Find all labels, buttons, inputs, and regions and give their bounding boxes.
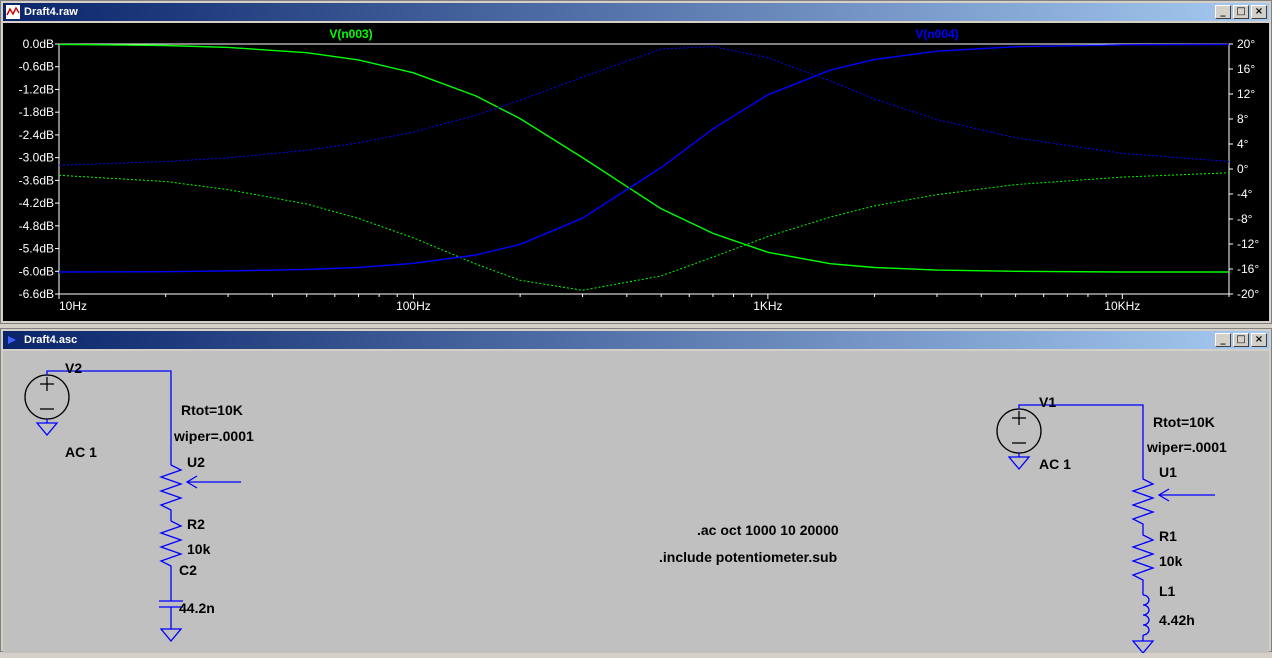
- x-tick-label: 100Hz: [396, 299, 431, 313]
- maximize-button[interactable]: □: [1233, 333, 1249, 347]
- u2-param-rtot: Rtot=10K: [181, 402, 243, 418]
- plot-window: Draft4.raw _ □ × 0.0dB -0.6dB -1.2dB -1.8dB…: [0, 0, 1272, 324]
- y-tick-label-left: -5.4dB: [19, 242, 54, 256]
- potentiometer-u2[interactable]: [159, 459, 183, 516]
- y-tick-label-left: -6.0dB: [19, 264, 54, 278]
- voltage-source-v1[interactable]: [996, 408, 1042, 454]
- y-tick-label-left: 0.0dB: [23, 37, 54, 51]
- close-button[interactable]: ×: [1251, 5, 1267, 19]
- ground-symbol: [1131, 640, 1155, 655]
- bode-plot[interactable]: 0.0dB -0.6dB -1.2dB -1.8dB -2.4dB -3.0dB -3.6d…: [3, 23, 1269, 321]
- y-tick-label-left: -3.0dB: [19, 151, 54, 165]
- y-tick-label-right: 20°: [1237, 37, 1255, 51]
- potentiometer-u1[interactable]: [1131, 473, 1155, 529]
- voltage-source-v2[interactable]: [24, 374, 70, 420]
- resistor-r1[interactable]: [1131, 529, 1155, 587]
- schematic-canvas[interactable]: V2 AC 1 Rtot=10K wiper=.0001 U2 R2 10k C…: [3, 351, 1269, 655]
- spice-directive-ac[interactable]: .ac oct 1000 10 20000: [697, 522, 839, 538]
- r2-value: 10k: [187, 541, 211, 557]
- waveform-icon: [6, 5, 20, 19]
- plot-window-title: Draft4.raw: [24, 6, 78, 18]
- trace-magnitude-vn003[interactable]: [58, 43, 1229, 273]
- y-tick-label-right: 16°: [1237, 62, 1255, 76]
- trace-phase-vn004[interactable]: [58, 45, 1230, 166]
- u1-param-wiper: wiper=.0001: [1146, 439, 1227, 455]
- y-tick-label-left: -2.4dB: [19, 128, 54, 142]
- y-tick-label-right: 12°: [1237, 87, 1255, 101]
- l1-value: 4.42h: [1159, 612, 1195, 628]
- y-tick-label-left: -4.2dB: [19, 196, 54, 210]
- schematic-drawing[interactable]: V2 AC 1 Rtot=10K wiper=.0001 U2 R2 10k C…: [3, 351, 1269, 655]
- y-tick-label-right: -4°: [1237, 187, 1253, 201]
- r2-label: R2: [187, 516, 205, 532]
- inductor-l1[interactable]: [1142, 587, 1150, 641]
- r1-label: R1: [1159, 528, 1177, 544]
- c2-label: C2: [179, 562, 197, 578]
- u1-param-rtot: Rtot=10K: [1153, 414, 1215, 430]
- x-tick-label: 1KHz: [753, 299, 782, 313]
- maximize-button[interactable]: □: [1233, 5, 1249, 19]
- v2-label: V2: [65, 360, 82, 376]
- y-tick-label-left: -0.6dB: [19, 60, 54, 74]
- r1-value: 10k: [1159, 553, 1183, 569]
- spice-directive-include[interactable]: .include potentiometer.sub: [659, 549, 837, 565]
- l1-label: L1: [1159, 583, 1176, 599]
- x-tick-label: 10Hz: [59, 299, 87, 313]
- y-tick-label-right: -16°: [1237, 262, 1259, 276]
- plot-frame: [58, 43, 1230, 295]
- x-tick-label: 10KHz: [1104, 299, 1140, 313]
- trace-phase-vn003[interactable]: [58, 172, 1230, 291]
- schematic-icon: [8, 336, 16, 344]
- u2-label: U2: [187, 454, 205, 470]
- y-tick-label-right: -20°: [1237, 287, 1259, 301]
- trace-legend-vn003[interactable]: V(n003): [329, 27, 372, 41]
- c2-value: 44.2n: [179, 600, 215, 616]
- close-button[interactable]: ×: [1251, 333, 1267, 347]
- resistor-r2[interactable]: [159, 516, 183, 573]
- y-tick-label-right: -8°: [1237, 212, 1253, 226]
- ground-symbol: [159, 628, 183, 643]
- y-tick-label-right: 4°: [1237, 137, 1249, 151]
- y-tick-label-right: 0°: [1237, 162, 1249, 176]
- schematic-window: Draft4.asc _ □ × V2 AC 1 Rtot=10K wiper=…: [0, 328, 1272, 655]
- trace-magnitude-vn004[interactable]: [58, 43, 1230, 273]
- y-tick-label-left: -1.2dB: [19, 82, 54, 96]
- y-tick-label-left: -3.6dB: [19, 173, 54, 187]
- y-tick-label-left: -1.8dB: [19, 105, 54, 119]
- minimize-button[interactable]: _: [1215, 5, 1231, 19]
- schematic-window-titlebar[interactable]: Draft4.asc _ □ ×: [3, 331, 1269, 349]
- ground-symbol: [1007, 456, 1031, 471]
- y-tick-label-right: -12°: [1237, 237, 1259, 251]
- v1-label: V1: [1039, 394, 1056, 410]
- waveform-plot-pane[interactable]: 0.0dB -0.6dB -1.2dB -1.8dB -2.4dB -3.0dB -3.6d…: [3, 23, 1269, 321]
- y-tick-label-left: -6.6dB: [19, 287, 54, 301]
- u2-param-wiper: wiper=.0001: [173, 428, 254, 444]
- v2-value: AC 1: [65, 444, 97, 460]
- plot-window-titlebar[interactable]: Draft4.raw _ □ ×: [3, 3, 1269, 21]
- minimize-button[interactable]: _: [1215, 333, 1231, 347]
- y-tick-label-right: 8°: [1237, 112, 1249, 126]
- schematic-window-title: Draft4.asc: [24, 334, 78, 346]
- trace-legend-vn004[interactable]: V(n004): [915, 27, 958, 41]
- ground-symbol: [35, 422, 59, 437]
- y-tick-label-left: -4.8dB: [19, 219, 54, 233]
- v1-value: AC 1: [1039, 456, 1071, 472]
- u1-label: U1: [1159, 464, 1177, 480]
